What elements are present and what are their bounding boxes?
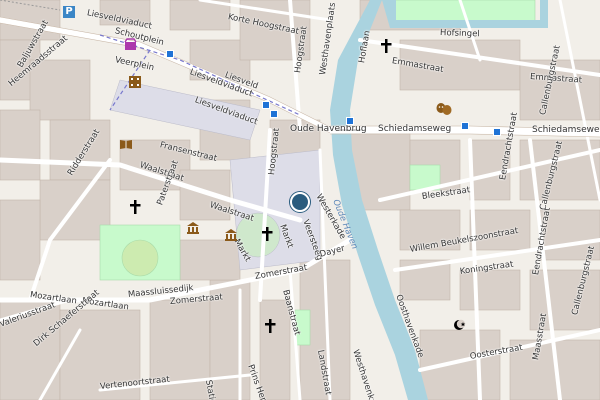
- mosque-icon[interactable]: [453, 318, 467, 332]
- shop-icon[interactable]: [124, 38, 137, 51]
- transit-stop-icon[interactable]: [346, 117, 354, 125]
- transit-stop-icon[interactable]: [262, 101, 270, 109]
- transit-stop-icon[interactable]: [270, 110, 278, 118]
- street-label: Oude Havenbrug: [290, 124, 367, 134]
- parking-icon[interactable]: P: [63, 6, 75, 18]
- church-icon[interactable]: [129, 199, 141, 215]
- transit-stop-icon[interactable]: [461, 122, 469, 130]
- cinema-icon[interactable]: [128, 75, 142, 89]
- theatre-icon[interactable]: [436, 102, 452, 116]
- transit-stop-icon[interactable]: [166, 50, 174, 58]
- transit-stop-icon[interactable]: [493, 128, 501, 136]
- location-marker-icon[interactable]: [290, 192, 310, 212]
- church-icon[interactable]: [264, 318, 276, 334]
- church-icon[interactable]: [380, 38, 392, 54]
- street-label: Hofsingel: [439, 28, 480, 40]
- museum-icon[interactable]: [186, 221, 200, 234]
- church-icon[interactable]: [261, 226, 273, 242]
- museum-icon[interactable]: [224, 228, 238, 241]
- street-label: Schiedamseweg: [378, 124, 452, 134]
- map-canvas[interactable]: Liesveldviaduct Schoutplein Veerplein Li…: [0, 0, 600, 400]
- book-icon[interactable]: [119, 138, 133, 150]
- street-label: Schiedamseweg: [532, 125, 600, 135]
